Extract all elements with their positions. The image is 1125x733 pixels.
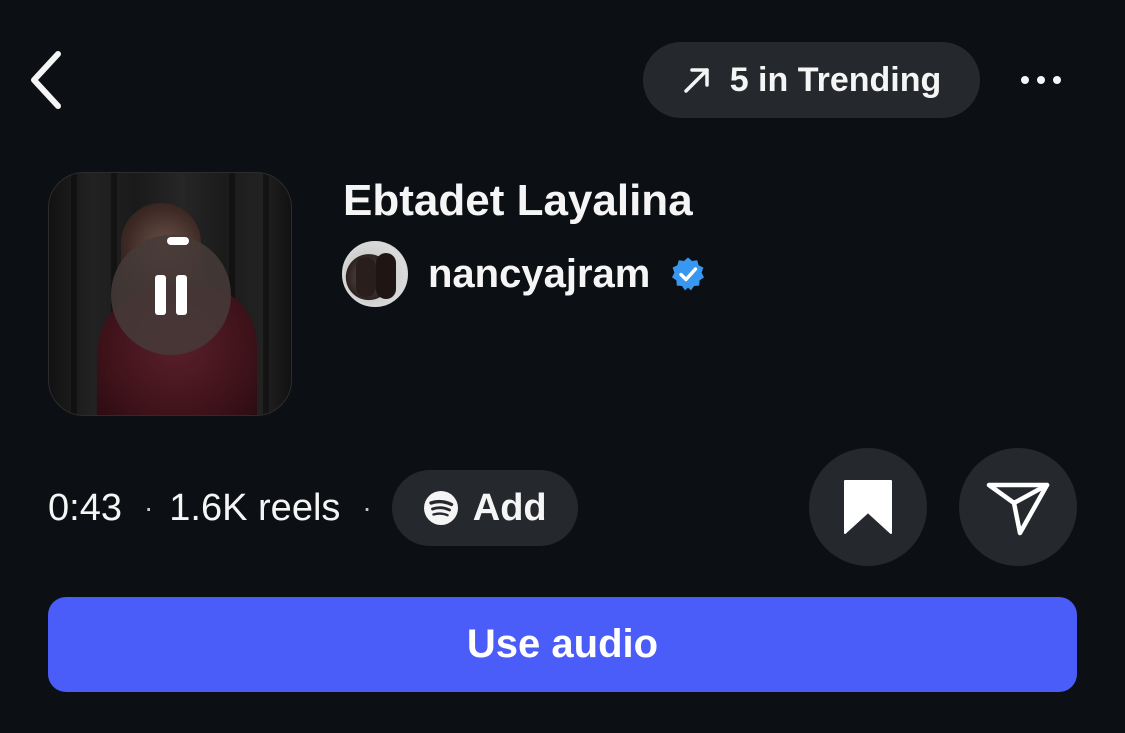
audio-title: Ebtadet Layalina (343, 176, 693, 225)
spotify-add-button[interactable]: Add (391, 470, 578, 546)
use-audio-label: Use audio (466, 622, 659, 666)
audio-page: 5 in Trending Ebtadet Layalina nancyajra… (0, 0, 1125, 733)
meta-separator: · (362, 492, 372, 523)
more-dot (1037, 76, 1045, 84)
audio-cover-art (48, 172, 292, 416)
artist-link[interactable]: nancyajram (342, 240, 706, 308)
avatar-figure (376, 253, 396, 299)
more-horizontal-icon (1021, 76, 1029, 84)
chevron-left-icon (31, 51, 61, 109)
pause-button[interactable] (111, 235, 231, 355)
verified-badge-icon (670, 256, 706, 292)
audio-meta: 0:43 · 1.6K reels · Add (48, 470, 578, 546)
spotify-icon (423, 491, 458, 525)
spotify-add-label: Add (472, 486, 547, 529)
share-button[interactable] (959, 448, 1077, 566)
use-audio-button[interactable]: Use audio (48, 597, 1077, 692)
audio-duration: 0:43 (48, 486, 122, 529)
meta-separator: · (143, 492, 154, 523)
trending-label: 5 in Trending (729, 60, 942, 99)
send-icon (986, 482, 1050, 536)
artist-name: nancyajram (428, 251, 651, 296)
reels-count: 1.6K reels (169, 486, 341, 529)
cover-curtain-fold (71, 173, 77, 415)
more-dot (1053, 76, 1061, 84)
pause-icon (155, 275, 166, 315)
cover-curtain-fold (263, 173, 269, 415)
avatar-figure (356, 257, 376, 297)
back-button[interactable] (22, 48, 70, 112)
bookmark-icon (844, 480, 892, 534)
artist-avatar (342, 241, 408, 307)
trending-button[interactable]: 5 in Trending (643, 42, 980, 118)
playback-progress-indicator (167, 237, 189, 245)
more-options-button[interactable] (1008, 56, 1074, 104)
save-button[interactable] (809, 448, 927, 566)
pause-icon-bar (176, 275, 187, 315)
arrow-up-right-icon (683, 68, 709, 93)
